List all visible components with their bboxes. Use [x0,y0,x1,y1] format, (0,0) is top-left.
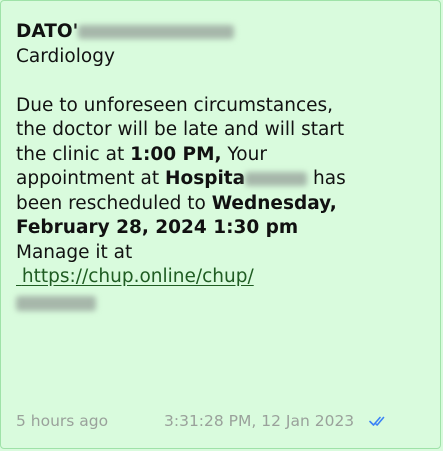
doctor-name-line: DATO' [16,20,428,45]
rescheduled-datetime: February 28, 2024 1:30 pm [16,217,299,238]
message-line-2: the doctor will be late and will start [16,119,345,140]
message-body: DATO' Cardiology Due to unforeseen circu… [16,20,428,314]
manage-link-text[interactable]: https://chup.online/chup/ [22,266,254,287]
message-line-6: February 28, 2024 1:30 pm [16,216,428,241]
message-line-5: been rescheduled to Wednesday, [16,192,428,217]
message-line-3: the clinic at 1:00 PM, Your [16,143,428,168]
message-line-1: Due to unforeseen circumstances, [16,94,334,116]
message-bubble: DATO' Cardiology Due to unforeseen circu… [0,0,441,449]
manage-link[interactable]: https://chup.online/chup/ [16,266,254,287]
text-clinic-at: the clinic at [16,143,131,165]
redacted-doctor-name [78,25,235,39]
doctor-prefix: DATO' [16,21,79,42]
text-has: has [307,168,346,189]
text-your: Your [221,143,267,165]
text-appointment-at: appointment at [16,168,165,189]
text-rescheduled-to: been rescheduled to [16,192,212,214]
double-check-icon [369,414,389,428]
redacted-link-suffix [16,296,96,311]
redacted-link-line [16,290,428,315]
message-line-7: Manage it at [16,241,133,263]
clinic-start-time: 1:00 PM, [130,143,222,165]
manage-link-line: https://chup.online/chup/ [16,265,428,290]
message-line-4: appointment at Hospita has [16,167,428,192]
rescheduled-day: Wednesday, [211,192,337,214]
hospital-name: Hospita [165,168,246,189]
redacted-hospital-name [245,172,308,186]
relative-time: 5 hours ago [16,412,109,430]
message-timestamp: 3:31:28 PM, 12 Jan 2023 [164,412,355,430]
specialty: Cardiology [16,45,115,67]
